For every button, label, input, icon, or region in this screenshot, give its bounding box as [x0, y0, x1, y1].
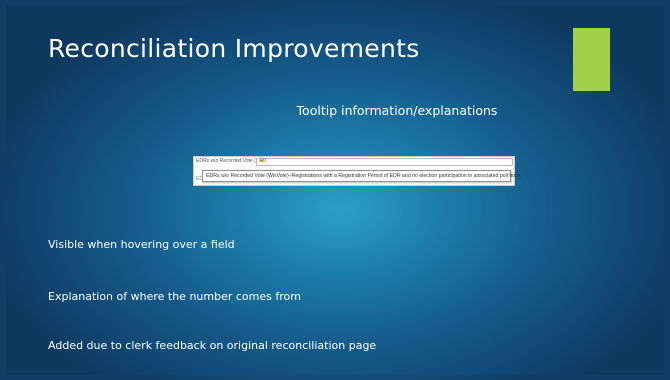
slide: Reconciliation Improvements Tooltip info… — [0, 0, 670, 380]
bullet-clerk-feedback: Added due to clerk feedback on original … — [48, 339, 377, 352]
bullet-number-explanation: Explanation of where the number comes fr… — [48, 290, 301, 303]
accent-bar — [573, 28, 610, 91]
bullet-hover-visibility: Visible when hovering over a field — [48, 238, 235, 251]
reconciliation-field[interactable]: 🔒 0 — [256, 157, 513, 166]
embedded-screenshot: EDRs w/o Recorded Vote (WisVote) 🔒 0 EDR… — [193, 156, 521, 186]
field-value: 0 — [263, 158, 266, 164]
tooltip-text: EDRs w/o Recorded Vote (WisVote)–Registr… — [206, 173, 521, 179]
slide-subtitle: Tooltip information/explanations — [296, 103, 498, 118]
slide-title: Reconciliation Improvements — [48, 34, 420, 63]
tooltip: EDRs w/o Recorded Vote (WisVote)–Registr… — [202, 170, 521, 182]
